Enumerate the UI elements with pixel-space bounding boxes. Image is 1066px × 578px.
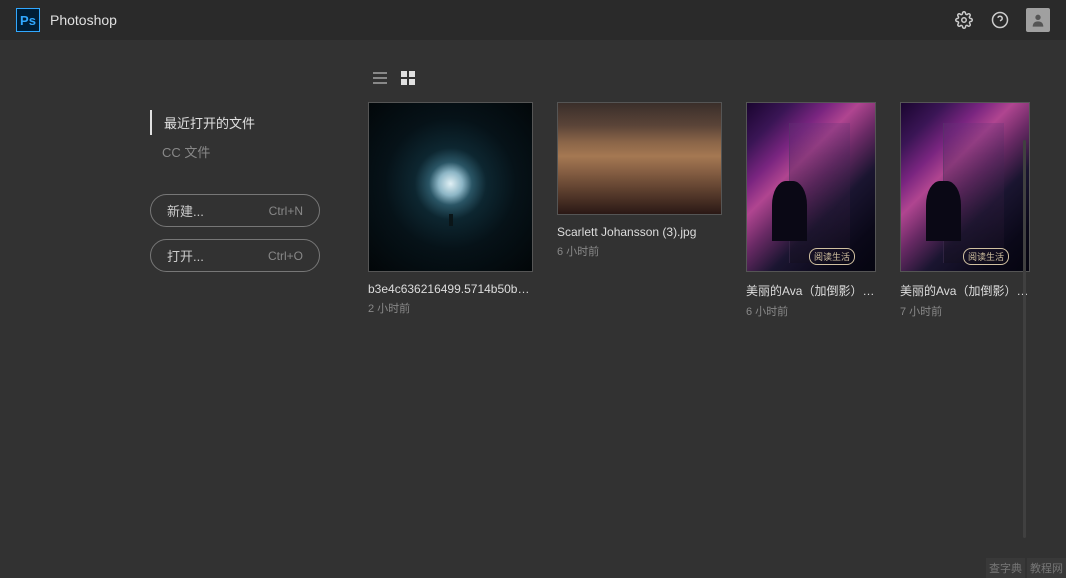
main-area: 最近打开的文件 CC 文件 新建... Ctrl+N 打开... Ctrl+O bbox=[0, 40, 1066, 578]
file-item[interactable]: 阅读生活 美丽的Ava（加倒影）.jpg 6 小时前 bbox=[746, 102, 876, 319]
file-name: Scarlett Johansson (3).jpg bbox=[557, 225, 722, 239]
file-name: 美丽的Ava（加倒影）.psd bbox=[900, 282, 1030, 299]
file-thumbnail bbox=[557, 102, 722, 215]
open-shortcut: Ctrl+O bbox=[268, 249, 303, 263]
sidebar: 最近打开的文件 CC 文件 新建... Ctrl+N 打开... Ctrl+O bbox=[0, 40, 360, 578]
file-item[interactable]: 阅读生活 美丽的Ava（加倒影）.psd 7 小时前 bbox=[900, 102, 1030, 319]
tab-recent-files[interactable]: 最近打开的文件 bbox=[150, 110, 340, 135]
new-button[interactable]: 新建... Ctrl+N bbox=[150, 194, 320, 227]
file-time: 2 小时前 bbox=[368, 300, 533, 316]
watermark-text-1: 查字典 bbox=[986, 558, 1025, 578]
watermark: 查字典 教程网 bbox=[986, 558, 1066, 578]
file-time: 6 小时前 bbox=[746, 303, 876, 319]
settings-icon[interactable] bbox=[954, 10, 974, 30]
file-time: 6 小时前 bbox=[557, 243, 722, 259]
file-item[interactable]: b3e4c636216499.5714b50b9... 2 小时前 bbox=[368, 102, 533, 319]
open-button[interactable]: 打开... Ctrl+O bbox=[150, 239, 320, 272]
new-shortcut: Ctrl+N bbox=[269, 204, 303, 218]
file-time: 7 小时前 bbox=[900, 303, 1030, 319]
file-grid: b3e4c636216499.5714b50b9... 2 小时前 Scarle… bbox=[368, 102, 1046, 319]
profile-icon[interactable] bbox=[1026, 8, 1050, 32]
thumbnail-badge: 阅读生活 bbox=[963, 248, 1009, 265]
list-view-icon[interactable] bbox=[372, 70, 388, 86]
view-toggle bbox=[368, 70, 1046, 86]
scrollbar[interactable] bbox=[1023, 140, 1026, 538]
content-area: b3e4c636216499.5714b50b9... 2 小时前 Scarle… bbox=[360, 40, 1066, 578]
app-title: Photoshop bbox=[50, 12, 117, 28]
file-item[interactable]: Scarlett Johansson (3).jpg 6 小时前 bbox=[557, 102, 722, 319]
new-button-label: 新建... bbox=[167, 201, 204, 220]
file-thumbnail: 阅读生活 bbox=[746, 102, 876, 272]
file-thumbnail: 阅读生活 bbox=[900, 102, 1030, 272]
open-button-label: 打开... bbox=[167, 246, 204, 265]
header-right bbox=[954, 8, 1050, 32]
photoshop-logo: Ps bbox=[16, 8, 40, 32]
grid-view-icon[interactable] bbox=[400, 70, 416, 86]
watermark-text-2: 教程网 bbox=[1027, 558, 1066, 578]
header-left: Ps Photoshop bbox=[16, 8, 117, 32]
sidebar-buttons: 新建... Ctrl+N 打开... Ctrl+O bbox=[150, 194, 340, 272]
file-thumbnail bbox=[368, 102, 533, 272]
tab-cc-files[interactable]: CC 文件 bbox=[150, 139, 340, 164]
help-icon[interactable] bbox=[990, 10, 1010, 30]
file-name: 美丽的Ava（加倒影）.jpg bbox=[746, 282, 876, 299]
thumbnail-badge: 阅读生活 bbox=[809, 248, 855, 265]
header-bar: Ps Photoshop bbox=[0, 0, 1066, 40]
file-name: b3e4c636216499.5714b50b9... bbox=[368, 282, 533, 296]
